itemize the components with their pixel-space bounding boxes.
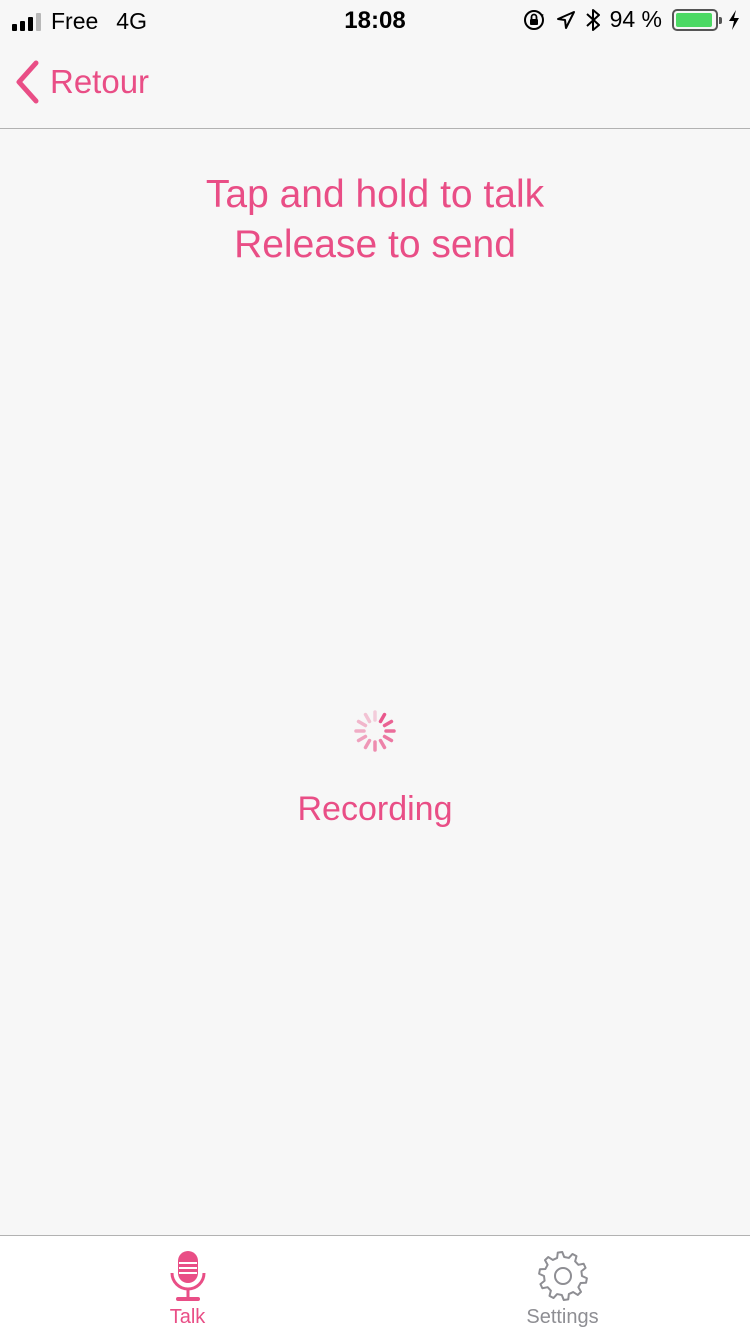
back-button[interactable]: Retour — [14, 60, 149, 104]
spinner-tick — [356, 734, 368, 743]
battery-percent: 94 % — [609, 6, 662, 32]
spinner-tick — [378, 712, 387, 724]
spinner-tick — [363, 738, 372, 750]
spinner-tick — [382, 719, 394, 728]
spinner-tick — [363, 712, 372, 724]
tab-talk[interactable]: Talk — [0, 1236, 375, 1334]
activity-spinner-icon — [354, 710, 396, 752]
bluetooth-icon — [585, 8, 600, 31]
tab-settings-label: Settings — [526, 1306, 599, 1328]
instructions: Tap and hold to talk Release to send — [0, 170, 750, 270]
tab-bar: Talk Settings — [0, 1235, 750, 1334]
status-bar: Free 4G 18:08 94 % — [0, 0, 750, 40]
back-label: Retour — [50, 63, 150, 100]
spinner-tick — [382, 734, 394, 743]
location-icon — [556, 10, 575, 29]
status-right: 94 % — [522, 6, 740, 33]
chevron-left-icon — [16, 60, 39, 104]
battery-icon — [672, 8, 722, 31]
charging-icon — [729, 9, 739, 30]
spinner-tick — [356, 719, 368, 728]
instruction-line-2: Release to send — [234, 223, 516, 266]
microphone-icon — [170, 1251, 205, 1301]
navigation-bar: Retour — [0, 40, 750, 129]
tab-settings[interactable]: Settings — [375, 1236, 750, 1334]
gear-icon — [537, 1251, 588, 1301]
tab-talk-label: Talk — [169, 1306, 206, 1328]
orientation-lock-icon — [523, 9, 544, 30]
recording-status: Recording — [297, 790, 453, 828]
spinner-tick — [378, 738, 387, 750]
instruction-line-1: Tap and hold to talk — [205, 173, 545, 216]
battery-fill — [676, 12, 712, 27]
